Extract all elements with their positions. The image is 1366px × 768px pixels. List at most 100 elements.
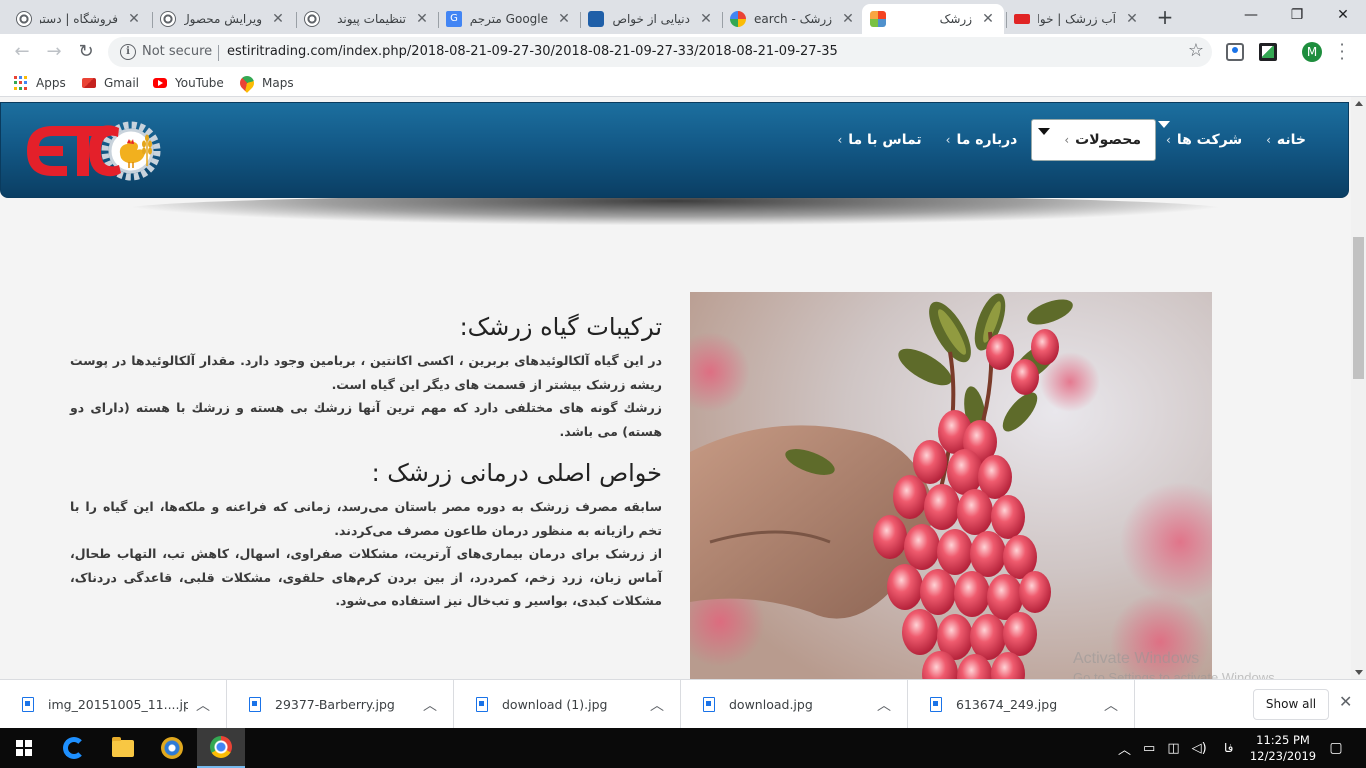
close-downloads-icon[interactable]: ✕: [1339, 692, 1352, 711]
chevron-up-icon[interactable]: ︿: [877, 695, 891, 715]
article-paragraph: سابقه مصرف زرشک به دوره مصر باستان می‌رس…: [70, 499, 662, 538]
scroll-down-arrow-icon[interactable]: [1355, 670, 1363, 675]
windows-taskbar: ︿ ▭ ◫ ◁) فا 11:25 PM 12/23/2019 ▢: [0, 728, 1366, 768]
back-arrow-icon[interactable]: ←: [10, 40, 34, 64]
tab-1[interactable]: ویرایش محصول ✕: [152, 4, 294, 34]
download-item[interactable]: 29377-Barberry.jpg ︿: [227, 680, 454, 729]
download-item[interactable]: download (1).jpg ︿: [454, 680, 681, 729]
scroll-up-arrow-icon[interactable]: [1355, 101, 1363, 106]
minimize-button[interactable]: —: [1228, 0, 1274, 30]
tab-2[interactable]: تنظیمات پیوند ✕: [296, 4, 438, 34]
google-translate-icon: G: [446, 11, 462, 27]
taskbar-chrome[interactable]: [197, 728, 245, 768]
nav-item-home[interactable]: خانه ‹: [1256, 119, 1320, 161]
bookmark-label: Apps: [36, 76, 66, 90]
bookmark-label: YouTube: [175, 76, 224, 90]
network-icon[interactable]: ◫: [1167, 741, 1179, 756]
image-file-icon: [703, 697, 715, 712]
image-file-icon: [476, 697, 488, 712]
volume-icon[interactable]: ◁): [1192, 741, 1207, 756]
start-button[interactable]: [0, 728, 48, 768]
taskbar-media-player[interactable]: [148, 728, 196, 768]
clock[interactable]: 11:25 PM 12/23/2019: [1248, 728, 1318, 768]
bookmark-gmail[interactable]: Gmail: [82, 76, 139, 90]
language-indicator[interactable]: فا: [1224, 728, 1233, 768]
bookmark-apps[interactable]: Apps: [14, 76, 66, 90]
notification-icon[interactable]: ▢: [1324, 728, 1348, 768]
chevron-up-icon[interactable]: ︿: [1104, 695, 1118, 715]
chevron-up-icon[interactable]: ︿: [650, 695, 664, 715]
page-scrollbar[interactable]: [1351, 97, 1366, 679]
taskbar-file-explorer[interactable]: [99, 728, 147, 768]
site-icon: [588, 11, 604, 27]
download-item[interactable]: 613674_249.jpg ︿: [908, 680, 1135, 729]
extension-checkbox-icon[interactable]: [1259, 43, 1277, 61]
address-bar[interactable]: i Not secure estiritrading.com/index.php…: [108, 37, 1212, 67]
article-body: ترکیبات گیاه زرشک: در این گیاه آلکالوئید…: [70, 307, 662, 613]
close-window-button[interactable]: ✕: [1320, 0, 1366, 30]
close-icon[interactable]: ✕: [840, 11, 856, 27]
chevron-up-icon[interactable]: ︿: [1118, 739, 1131, 758]
close-icon[interactable]: ✕: [698, 11, 714, 27]
chevron-left-icon: ‹: [1266, 133, 1271, 147]
nav-item-about[interactable]: درباره ما ‹: [936, 119, 1032, 161]
security-status[interactable]: Not secure: [142, 44, 212, 59]
tab-5[interactable]: زرشک - Search ✕: [722, 4, 864, 34]
tab-3[interactable]: G Google مترجم ✕: [438, 4, 580, 34]
image-file-icon: [22, 697, 34, 712]
download-item[interactable]: img_20151005_11....jpg ︿: [0, 680, 227, 729]
tab-0[interactable]: فروشگاه | دسترسی ✕: [8, 4, 150, 34]
site-header: خانه ‹ شرکت ها ‹ محصولات ‹ درباره ما ‹ ت…: [0, 102, 1349, 198]
watermark-subtitle: Go to Settings to activate Windows.: [1073, 670, 1279, 679]
taskbar-edge[interactable]: [50, 728, 98, 768]
new-tab-button[interactable]: +: [1154, 6, 1176, 28]
edge-icon: [63, 737, 85, 759]
bookmarks-bar: Apps Gmail YouTube Maps: [0, 71, 1366, 97]
tab-4[interactable]: دنیایی از خواص ✕: [580, 4, 722, 34]
close-icon[interactable]: ✕: [414, 11, 430, 27]
download-item[interactable]: download.jpg ︿: [681, 680, 908, 729]
forward-arrow-icon[interactable]: →: [42, 40, 66, 64]
close-icon[interactable]: ✕: [270, 11, 286, 27]
tab-label: فروشگاه | دسترسی: [40, 12, 118, 26]
show-all-button[interactable]: Show all: [1253, 689, 1329, 720]
url-text[interactable]: estiritrading.com/index.php/2018-08-21-0…: [227, 44, 838, 59]
media-player-icon: [161, 737, 183, 759]
chevron-up-icon[interactable]: ︿: [423, 695, 437, 715]
reload-icon[interactable]: ↻: [74, 40, 98, 64]
article-paragraph: در این گیاه آلکالوئیدهای بربرین ، اکسی ا…: [70, 353, 662, 392]
dropdown-caret-icon[interactable]: [1158, 121, 1170, 128]
close-icon[interactable]: ✕: [980, 11, 996, 27]
menu-kebab-icon[interactable]: · · ·: [1336, 37, 1348, 67]
download-filename: img_20151005_11....jpg: [48, 697, 188, 712]
bookmark-maps[interactable]: Maps: [237, 73, 294, 93]
battery-icon[interactable]: ▭: [1143, 741, 1155, 756]
article-paragraph: از زرشک برای درمان بیماری‌های آرتریت، مش…: [70, 546, 662, 608]
nav-item-products[interactable]: محصولات ‹: [1031, 119, 1156, 161]
dropdown-caret-icon[interactable]: [1038, 128, 1051, 135]
bookmark-youtube[interactable]: YouTube: [153, 76, 224, 90]
image-file-icon: [249, 697, 261, 712]
download-filename: download (1).jpg: [502, 697, 608, 712]
close-icon[interactable]: ✕: [126, 11, 142, 27]
restore-button[interactable]: ❐: [1274, 0, 1320, 30]
browser-toolbar: ← → ↻ i Not secure estiritrading.com/ind…: [0, 34, 1366, 71]
clock-time: 11:25 PM: [1256, 733, 1310, 747]
close-icon[interactable]: ✕: [1124, 11, 1140, 27]
tab-7[interactable]: آب زرشک | خواص ✕: [1006, 4, 1148, 34]
info-icon[interactable]: i: [120, 44, 136, 60]
extension-icon[interactable]: [1226, 43, 1244, 61]
nav-label: محصولات: [1075, 132, 1141, 148]
profile-avatar[interactable]: M: [1302, 42, 1322, 62]
bookmark-star-icon[interactable]: ☆: [1188, 40, 1204, 61]
globe-icon: [160, 11, 176, 27]
nav-item-contact[interactable]: تماس با ما ‹: [827, 119, 935, 161]
download-filename: download.jpg: [729, 697, 813, 712]
tab-label: Google مترجم: [470, 12, 548, 26]
etc-logo[interactable]: [23, 118, 165, 184]
nav-item-companies[interactable]: شرکت ها ‹: [1156, 119, 1256, 161]
scroll-thumb[interactable]: [1353, 237, 1364, 379]
tab-6-active[interactable]: زرشک ✕: [862, 4, 1004, 34]
chevron-up-icon[interactable]: ︿: [196, 695, 210, 715]
close-icon[interactable]: ✕: [556, 11, 572, 27]
